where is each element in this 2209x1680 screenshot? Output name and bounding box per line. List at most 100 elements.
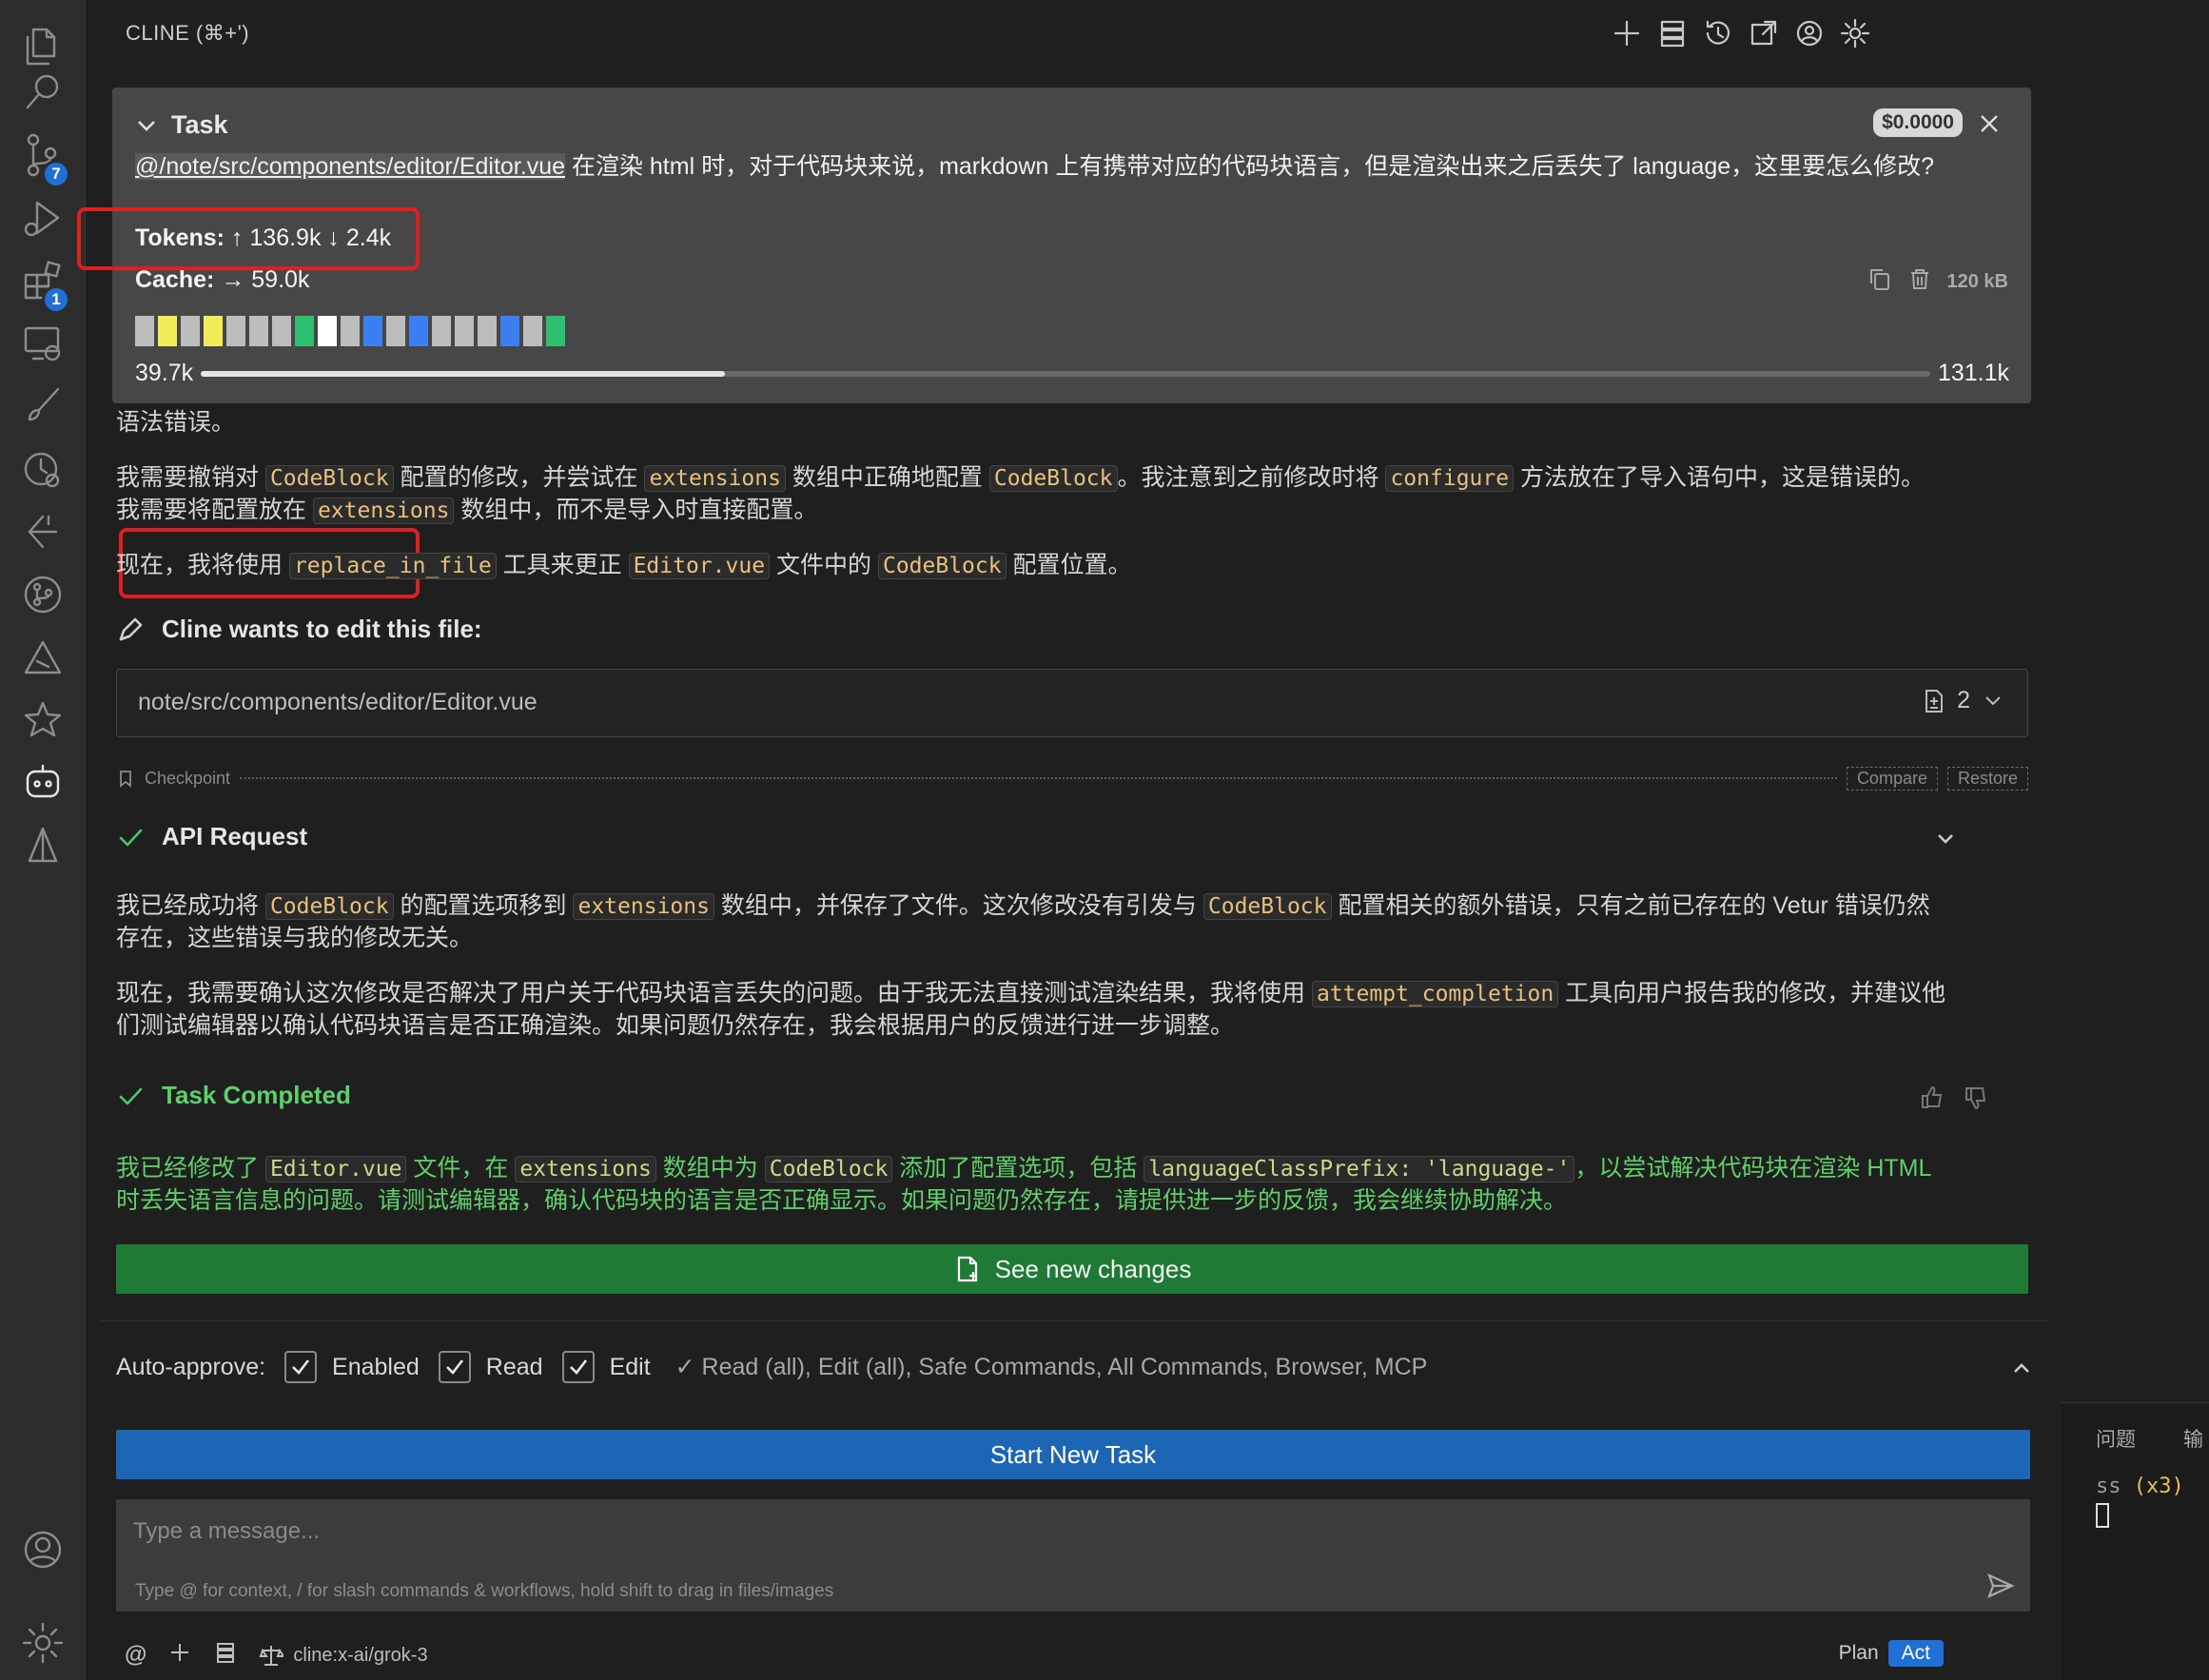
mcp-icon[interactable] xyxy=(213,1640,238,1670)
text: 文件，在 xyxy=(406,1155,516,1182)
terminal-line: ss (x3) xyxy=(2096,1475,2184,1498)
see-new-changes-button[interactable]: See new changes xyxy=(116,1244,2028,1294)
terminal-panel: 问题 输 ss (x3) xyxy=(2062,0,2209,1680)
plan-act-toggle[interactable]: Plan Act xyxy=(1829,1640,1944,1667)
edited-file-meta: 2 xyxy=(1921,687,2006,714)
api-request-chevron-icon[interactable] xyxy=(1932,826,1959,857)
context-block xyxy=(455,316,474,346)
compare-button[interactable]: Compare xyxy=(1846,766,1938,791)
text: 方法放在了导入语句中，这是错误的。 xyxy=(1514,464,1926,491)
edit-count: 2 xyxy=(1957,687,1970,713)
extensions-icon[interactable]: 1 xyxy=(0,247,86,314)
start-new-task-button[interactable]: Start New Task xyxy=(116,1430,2030,1479)
git-graph-icon[interactable] xyxy=(0,561,86,628)
code-codeblock: CodeBlock xyxy=(264,465,394,492)
text: 数组中为 xyxy=(655,1155,765,1182)
popout-icon[interactable] xyxy=(1748,17,1780,54)
act-mode-button[interactable]: Act xyxy=(1887,1640,1944,1667)
account-circle-icon[interactable] xyxy=(1793,17,1826,54)
file-mention[interactable]: @/note/src/components/editor/Editor.vue xyxy=(135,153,566,180)
text: 配置相关的额外错误，只有之前已存在的 Vetur 错误仍然 xyxy=(1331,892,1930,919)
new-task-icon[interactable] xyxy=(1611,17,1643,54)
text: 数组中正确地配置 xyxy=(785,464,989,491)
task-header[interactable]: Task xyxy=(135,110,228,140)
remote-explorer-icon[interactable] xyxy=(0,310,86,377)
api-request-header[interactable]: API Request xyxy=(116,822,307,851)
text: 添加了配置选项，包括 xyxy=(892,1155,1144,1182)
warning-triangle-icon[interactable] xyxy=(0,624,86,691)
model-name: cline:x-ai/grok-3 xyxy=(293,1644,428,1666)
edited-file-row[interactable]: note/src/components/editor/Editor.vue 2 xyxy=(116,669,2028,737)
add-icon[interactable] xyxy=(167,1640,192,1670)
plan-mode-button[interactable]: Plan xyxy=(1829,1640,1888,1667)
message-input-area: Type @ for context, / for slash commands… xyxy=(116,1499,2030,1612)
edit-checkbox[interactable] xyxy=(561,1351,595,1383)
text: 们测试编辑器以确认代码块语言是否正确渲染。如果问题仍然存在，我会根据用户的反馈进… xyxy=(116,1012,1235,1039)
code-editor-vue: Editor.vue xyxy=(264,1156,407,1182)
context-block xyxy=(363,316,382,346)
trash-icon[interactable] xyxy=(1907,266,1932,297)
deploy-icon[interactable] xyxy=(0,498,86,565)
at-mention-icon[interactable]: @ xyxy=(125,1642,147,1669)
copy-icon[interactable] xyxy=(1867,266,1892,297)
message-p5: 我已经修改了 Editor.vue 文件，在 extensions 数组中为 C… xyxy=(116,1153,2028,1217)
input-footer: @ cline:x-ai/grok-3 xyxy=(125,1640,428,1670)
timeline-icon[interactable] xyxy=(0,436,86,502)
code-codeblock: CodeBlock xyxy=(764,1156,893,1182)
context-block xyxy=(432,316,451,346)
message-input[interactable] xyxy=(133,1514,1941,1549)
cline-robot-icon[interactable] xyxy=(0,750,86,816)
model-selector[interactable]: cline:x-ai/grok-3 xyxy=(259,1643,428,1668)
message-p3: 我已经成功将 CodeBlock 的配置选项移到 extensions 数组中，… xyxy=(116,890,2028,954)
cline-panel: CLINE (⌘+') Task $0.0000 @/note/src/comp… xyxy=(77,0,2141,1680)
chevron-up-icon[interactable] xyxy=(2008,1355,2035,1386)
source-control-icon[interactable]: 7 xyxy=(0,122,86,188)
brush-icon[interactable] xyxy=(0,373,86,440)
run-debug-icon[interactable] xyxy=(0,185,86,251)
mcp-servers-icon[interactable] xyxy=(1656,17,1689,54)
task-description: @/note/src/components/editor/Editor.vue … xyxy=(135,150,2009,188)
enabled-label: Enabled xyxy=(332,1353,420,1380)
sail-icon[interactable] xyxy=(0,812,86,879)
code-extensions: extensions xyxy=(573,893,714,920)
context-block xyxy=(523,316,542,346)
close-task-icon[interactable] xyxy=(1976,110,2003,142)
code-configure: configure xyxy=(1385,465,1515,492)
restore-button[interactable]: Restore xyxy=(1946,766,2028,791)
settings-icon[interactable] xyxy=(1839,17,1871,54)
read-label: Read xyxy=(485,1353,543,1380)
text: 配置位置。 xyxy=(1006,552,1132,578)
text: 的配置选项移到 xyxy=(393,892,574,919)
code-codeblock: CodeBlock xyxy=(988,465,1118,492)
enabled-checkbox[interactable] xyxy=(284,1351,318,1383)
account-icon[interactable] xyxy=(0,1516,86,1583)
thumbs-up-icon[interactable] xyxy=(1919,1084,1945,1111)
edit-file-header: Cline wants to edit this file: xyxy=(116,615,482,644)
search-icon[interactable] xyxy=(0,59,86,126)
context-block xyxy=(158,316,177,346)
thumbs-down-icon[interactable] xyxy=(1963,1084,1989,1111)
chevron-down-icon[interactable] xyxy=(1980,688,2006,714)
context-block xyxy=(409,316,428,346)
text: 我已经修改了 xyxy=(116,1155,265,1182)
read-checkbox[interactable] xyxy=(438,1351,471,1383)
history-icon[interactable] xyxy=(1702,17,1734,54)
context-window: 39.7k 131.1k xyxy=(135,360,2009,387)
cache-label: Cache: xyxy=(135,266,215,293)
send-icon[interactable] xyxy=(1986,1572,2015,1605)
code-replace-in-file: replace_in_file xyxy=(288,553,497,579)
settings-gear-icon[interactable] xyxy=(0,1610,86,1676)
context-block xyxy=(546,316,565,346)
problems-tab[interactable]: 问题 xyxy=(2096,1424,2136,1453)
cut-off-text: 语法错误。 xyxy=(116,409,236,436)
task-completed-title: Task Completed xyxy=(162,1081,351,1109)
star-tool-icon[interactable] xyxy=(0,687,86,753)
code-extensions: extensions xyxy=(515,1156,656,1182)
context-block xyxy=(272,316,291,346)
context-blocks xyxy=(135,316,565,346)
auto-approve-summary[interactable]: ✓ Read (all), Edit (all), Safe Commands,… xyxy=(675,1353,1428,1381)
context-block xyxy=(249,316,268,346)
text: 现在，我需要确认这次修改是否解决了用户关于代码块语言丢失的问题。由于我无法直接测… xyxy=(116,980,1312,1006)
text: 存在，这些错误与我的修改无关。 xyxy=(116,925,474,951)
output-tab[interactable]: 输 xyxy=(2183,1424,2203,1453)
